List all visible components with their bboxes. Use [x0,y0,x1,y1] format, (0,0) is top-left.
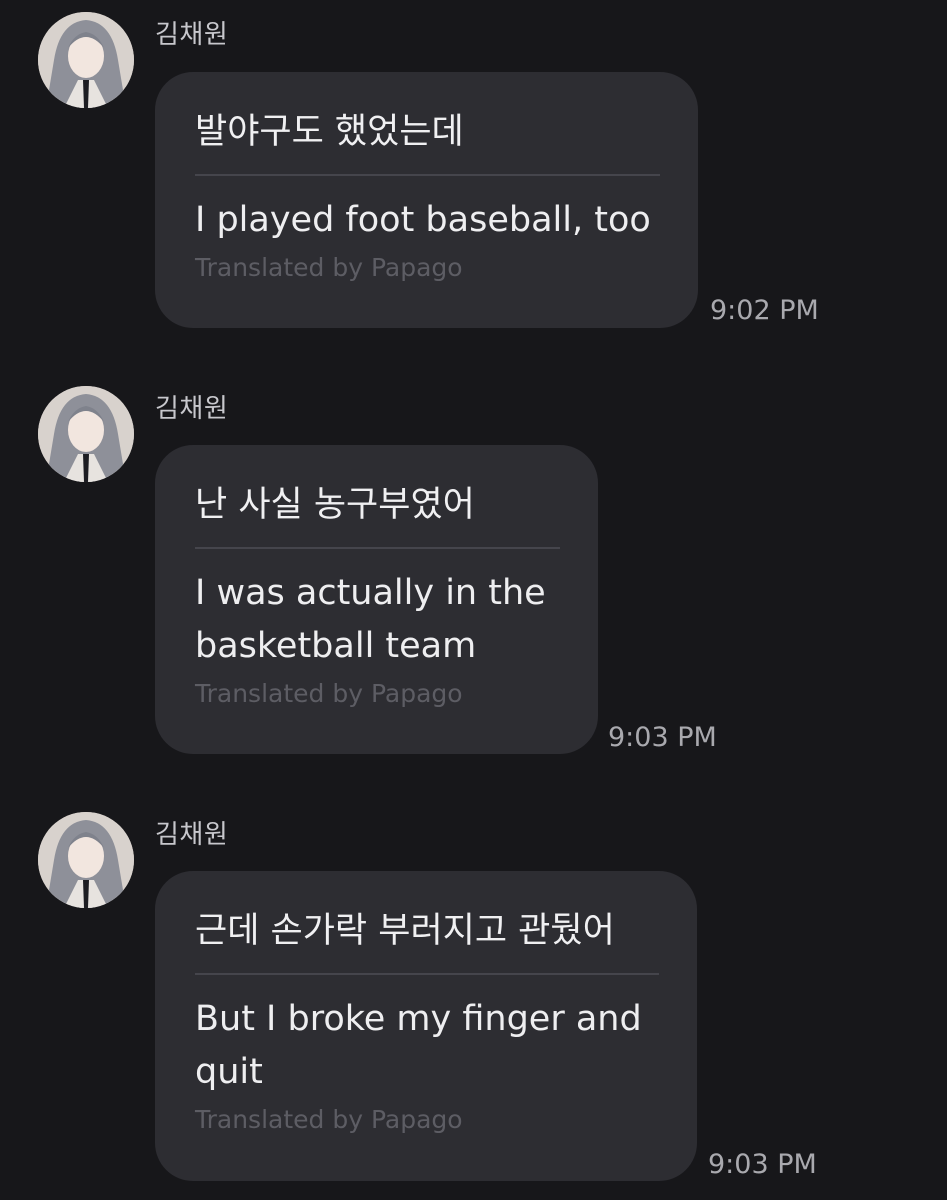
translated-text: I played foot baseball, too [195,200,651,240]
avatar[interactable] [38,12,134,108]
avatar[interactable] [38,386,134,482]
timestamp: 9:03 PM [708,1149,817,1180]
original-text: 근데 손가락 부러지고 관뒀어 [195,911,615,951]
translated-text: But I broke my finger and quit [195,999,642,1092]
timestamp: 9:03 PM [608,722,717,753]
divider [195,174,660,176]
avatar-photo [38,812,134,908]
translated-text: I was actually in the basketball team [195,573,546,666]
avatar-photo [38,386,134,482]
timestamp: 9:02 PM [710,295,819,326]
message-bubble[interactable]: 발야구도 했었는데 I played foot baseball, too Tr… [155,72,698,328]
avatar[interactable] [38,812,134,908]
divider [195,973,659,975]
original-text: 난 사실 농구부였어 [195,485,475,525]
message-bubble[interactable]: 근데 손가락 부러지고 관뒀어 But I broke my finger an… [155,871,697,1181]
sender-name: 김채원 [155,20,229,50]
original-text: 발야구도 했었는데 [195,112,464,152]
translation-credit: Translated by Papago [195,253,463,282]
message-bubble[interactable]: 난 사실 농구부였어 I was actually in the basketb… [155,445,598,754]
avatar-photo [38,12,134,108]
message-3: 김채원 근데 손가락 부러지고 관뒀어 But I broke my finge… [0,812,947,1197]
sender-name: 김채원 [155,394,229,424]
translation-credit: Translated by Papago [195,1105,463,1134]
message-2: 김채원 난 사실 농구부였어 I was actually in the bas… [0,386,947,766]
translation-credit: Translated by Papago [195,679,463,708]
sender-name: 김채원 [155,820,229,850]
divider [195,547,560,549]
message-1: 김채원 발야구도 했었는데 I played foot baseball, to… [0,12,947,342]
